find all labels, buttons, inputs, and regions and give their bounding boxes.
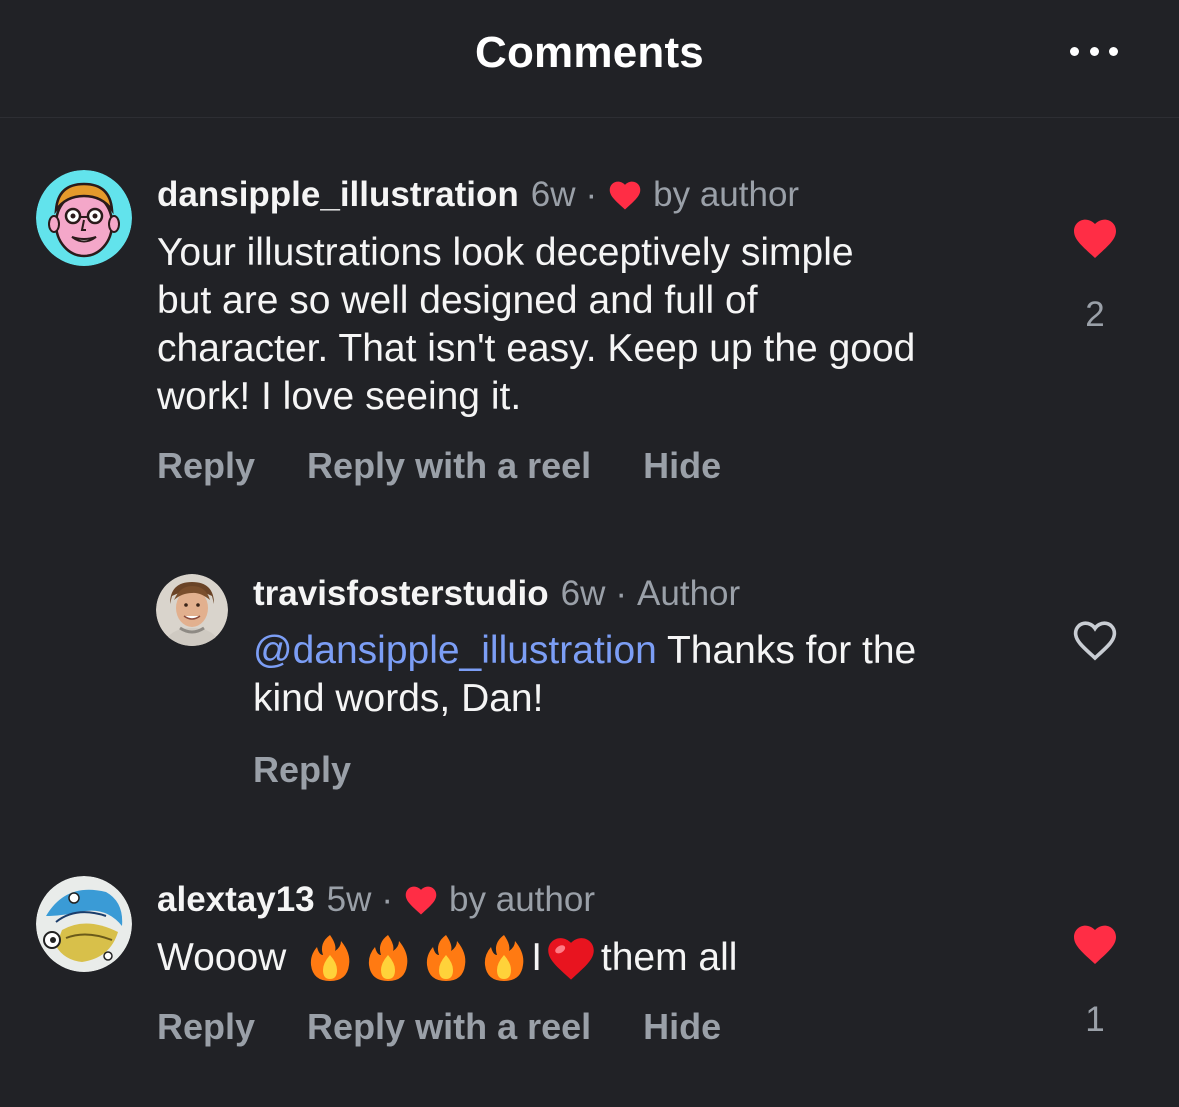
comment-meta: dansipple_illustration 6w · by author [157,174,799,216]
ellipsis-icon[interactable] [1064,36,1124,66]
reply-with-reel-button[interactable]: Reply with a reel [307,445,591,487]
comment-meta: alextay13 5w · by author [157,879,595,921]
avatar[interactable] [36,170,132,266]
heart-icon [607,179,643,211]
fire-emoji-icon [365,933,411,983]
like-heart-outline-icon[interactable] [1066,618,1124,668]
comment-actions: Reply [253,749,403,791]
username[interactable]: travisfosterstudio [253,574,549,614]
comment-actions: Reply Reply with a reel Hide [157,1006,773,1048]
like-heart-filled-icon[interactable] [1066,922,1124,972]
liked-by-author-badge: by author [449,880,595,919]
username[interactable]: dansipple_illustration [157,175,519,215]
fire-emoji-icon [481,933,527,983]
comment-text-end: them all [600,936,738,979]
avatar[interactable] [156,574,228,646]
like-heart-filled-icon[interactable] [1066,216,1124,266]
timestamp: 6w [530,175,576,214]
timestamp: 5w [326,880,372,919]
heart-icon [403,884,439,916]
comments-screen: Comments dansipple_illustration 6w · by … [0,0,1179,1107]
comment-meta: travisfosterstudio 6w · Author [253,573,740,615]
mention-link[interactable]: @dansipple_illustration [253,629,657,672]
separator: · [615,574,628,613]
red-heart-emoji-icon [545,934,597,982]
comment-text-start: Wooow [157,936,298,979]
separator: · [585,175,598,214]
hide-button[interactable]: Hide [643,1006,721,1048]
reply-with-reel-button[interactable]: Reply with a reel [307,1006,591,1048]
liked-by-author-badge: by author [653,175,800,214]
separator: · [381,880,394,919]
avatar[interactable] [36,876,132,972]
header: Comments [0,0,1179,118]
reply-button[interactable]: Reply [253,749,351,791]
reply-button[interactable]: Reply [157,445,255,487]
reply-button[interactable]: Reply [157,1006,255,1048]
fire-emoji-icon [423,933,469,983]
like-count: 2 [1085,295,1105,334]
like-count: 1 [1085,1000,1105,1039]
hide-button[interactable]: Hide [643,445,721,487]
comment-actions: Reply Reply with a reel Hide [157,445,773,487]
illustration-avatar-icon [36,876,132,972]
timestamp: 6w [560,574,606,613]
page-title: Comments [475,28,704,77]
comment-text: Your illustrations look deceptively simp… [157,231,916,418]
author-badge: Author [637,574,741,613]
comment-text: Wooow I them all [157,932,1037,984]
comment-text: @dansipple_illustration Thanks for the k… [253,627,1053,723]
fire-emoji-icon [307,933,353,983]
photo-avatar-icon [156,574,228,646]
username[interactable]: alextay13 [157,880,315,920]
cartoon-face-avatar-icon [36,170,132,266]
